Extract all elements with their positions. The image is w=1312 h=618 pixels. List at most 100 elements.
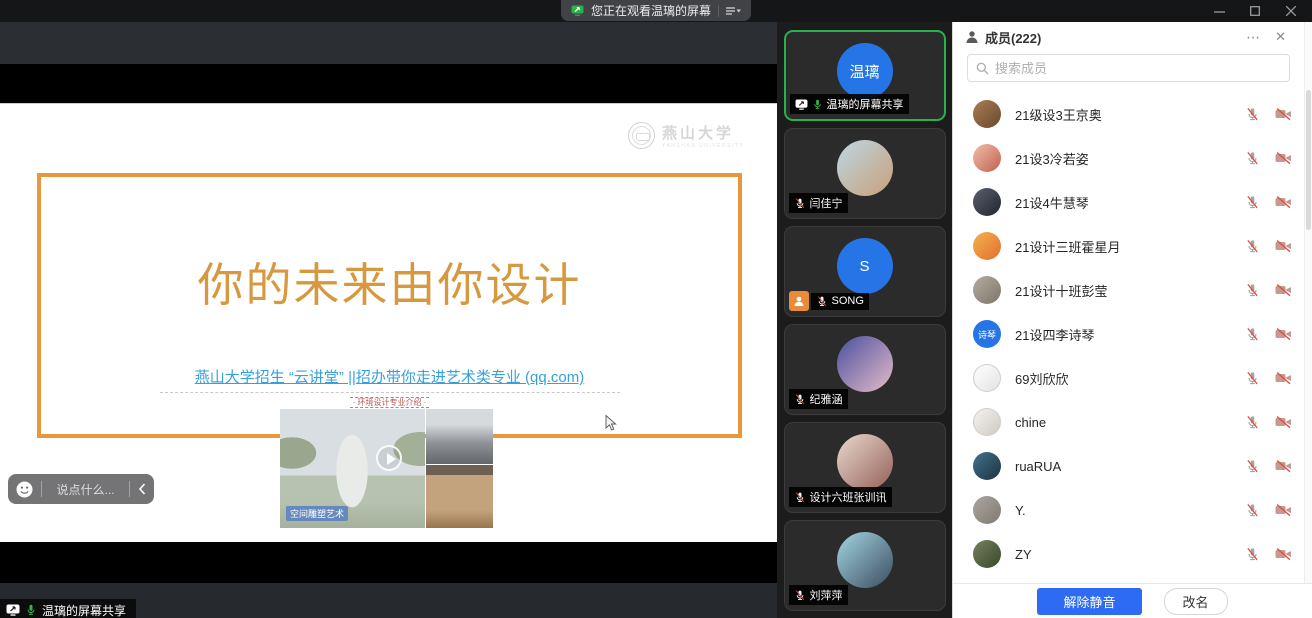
member-search[interactable] xyxy=(967,54,1290,82)
slide-dashed-rule xyxy=(160,392,620,393)
scrollbar-thumb[interactable] xyxy=(1306,90,1311,230)
members-scrollbar[interactable] xyxy=(1304,22,1312,583)
member-avatar xyxy=(973,276,1001,304)
participant-avatar xyxy=(837,434,893,490)
member-name: 21设4牛慧琴 xyxy=(1015,193,1245,212)
close-icon[interactable] xyxy=(1278,0,1304,22)
member-name: 21设四李诗琴 xyxy=(1015,325,1245,344)
member-name: ruaRUA xyxy=(1015,459,1245,474)
participant-video-strip: 温璃 温璃的屏幕共享 xyxy=(777,22,952,618)
chat-divider xyxy=(129,481,130,497)
university-seal-icon xyxy=(628,122,655,149)
member-avatar xyxy=(973,144,1001,172)
mic-off-icon xyxy=(794,393,806,406)
member-row[interactable]: 21级设3王京奥 xyxy=(953,92,1304,136)
mic-off-icon xyxy=(1245,107,1260,122)
mic-off-icon xyxy=(1245,239,1260,254)
video-tile[interactable]: 设计六班张训讯 xyxy=(784,422,946,513)
participant-name: 纪雅涵 xyxy=(810,391,843,407)
mic-off-icon xyxy=(1245,327,1260,342)
chat-quick-bar[interactable]: 说点什么... xyxy=(8,474,154,504)
member-avatar xyxy=(973,496,1001,524)
participant-name: 设计六班张训讯 xyxy=(810,489,887,505)
watching-banner[interactable]: 您正在观看温璃的屏幕 xyxy=(561,0,751,21)
member-avatar xyxy=(973,188,1001,216)
watching-label: 您正在观看温璃的屏幕 xyxy=(591,2,711,19)
close-icon[interactable]: ✕ xyxy=(1275,29,1286,45)
university-name-cn: 燕山大学 xyxy=(662,122,744,143)
camera-off-icon xyxy=(1275,195,1292,209)
pill-divider xyxy=(718,5,719,17)
mic-off-icon xyxy=(1245,503,1260,518)
camera-off-icon xyxy=(1275,151,1292,165)
video-tile[interactable]: 闫佳宁 xyxy=(784,128,946,219)
member-row[interactable]: ruaRUA xyxy=(953,444,1304,488)
slide-video-thumbnail[interactable]: 空间雕塑艺术 xyxy=(280,409,425,528)
video-tile[interactable]: S SONG xyxy=(784,226,946,317)
participant-avatar xyxy=(837,532,893,588)
screen-share-icon xyxy=(571,5,584,16)
mic-off-icon xyxy=(1245,371,1260,386)
slide-title: 你的未来由你设计 xyxy=(37,249,742,315)
screen-share-status-badge: 温璃的屏幕共享 xyxy=(0,599,136,618)
mic-on-icon xyxy=(812,98,823,111)
chevron-left-icon[interactable] xyxy=(138,483,146,495)
participant-avatar xyxy=(837,336,893,392)
member-name: 69刘欣欣 xyxy=(1015,369,1245,388)
mic-off-icon xyxy=(794,491,806,504)
member-avatar xyxy=(973,540,1001,568)
video-thumbnail-label: 空间雕塑艺术 xyxy=(286,506,348,521)
maximize-icon[interactable] xyxy=(1242,0,1268,22)
mic-off-icon xyxy=(1245,283,1260,298)
smiley-icon[interactable] xyxy=(16,481,33,498)
slide-caption: · 环境设计专业介绍 · xyxy=(37,397,742,408)
list-caret-icon[interactable] xyxy=(726,6,741,16)
play-button-icon[interactable] xyxy=(376,445,402,471)
mic-off-icon xyxy=(816,295,828,308)
video-tile[interactable]: 纪雅涵 xyxy=(784,324,946,415)
slide-black-band-bottom xyxy=(0,542,777,583)
member-row[interactable]: 69刘欣欣 xyxy=(953,356,1304,400)
member-name: chine xyxy=(1015,415,1245,430)
participant-avatar: S xyxy=(837,238,893,294)
member-name: 21设3冷若姿 xyxy=(1015,149,1245,168)
members-icon xyxy=(965,30,979,44)
slide-image-thumbnail-bottom xyxy=(426,465,493,528)
mic-off-icon xyxy=(1245,459,1260,474)
camera-off-icon xyxy=(1275,459,1292,473)
slide-image-thumbnail-top xyxy=(426,409,493,464)
chat-divider xyxy=(41,481,42,497)
participant-name: 闫佳宁 xyxy=(810,195,843,211)
member-avatar xyxy=(973,452,1001,480)
mic-off-icon xyxy=(794,197,806,210)
member-row[interactable]: 21设3冷若姿 xyxy=(953,136,1304,180)
members-title: 成员(222) xyxy=(985,28,1041,47)
member-row[interactable]: 21设计十班彭莹 xyxy=(953,268,1304,312)
rename-button[interactable]: 改名 xyxy=(1164,588,1228,615)
member-avatar xyxy=(973,232,1001,260)
member-row[interactable]: Y. xyxy=(953,488,1304,532)
search-input[interactable] xyxy=(995,61,1281,76)
mouse-cursor xyxy=(605,415,617,437)
video-tile[interactable]: 温璃 温璃的屏幕共享 xyxy=(784,30,946,121)
member-row[interactable]: ZY xyxy=(953,532,1304,576)
member-name: 21设计三班霍星月 xyxy=(1015,237,1245,256)
chat-input[interactable]: 说点什么... xyxy=(50,481,121,498)
slide-hyperlink[interactable]: 燕山大学招生 “云讲堂” ||招办带你走进艺术类专业 (qq.com) xyxy=(37,366,742,387)
mic-off-icon xyxy=(1245,195,1260,210)
member-avatar: 诗琴 xyxy=(973,320,1001,348)
member-row[interactable]: 21设4牛慧琴 xyxy=(953,180,1304,224)
mic-on-icon xyxy=(25,603,37,617)
member-row[interactable]: 诗琴 21设四李诗琴 xyxy=(953,312,1304,356)
member-row[interactable]: 21设计三班霍星月 xyxy=(953,224,1304,268)
participant-name: 温璃的屏幕共享 xyxy=(827,96,904,112)
video-tile[interactable]: 刘萍萍 xyxy=(784,520,946,611)
more-icon[interactable]: ⋯ xyxy=(1246,29,1261,46)
unmute-button[interactable]: 解除静音 xyxy=(1037,588,1141,615)
university-logo: 燕山大学 YANSHAN UNIVERSITY xyxy=(628,122,744,149)
minimize-icon[interactable] xyxy=(1206,0,1232,22)
participant-avatar: 温璃 xyxy=(837,43,893,99)
participant-name: SONG xyxy=(832,295,864,307)
member-row[interactable]: chine xyxy=(953,400,1304,444)
participant-name: 刘萍萍 xyxy=(810,587,843,603)
